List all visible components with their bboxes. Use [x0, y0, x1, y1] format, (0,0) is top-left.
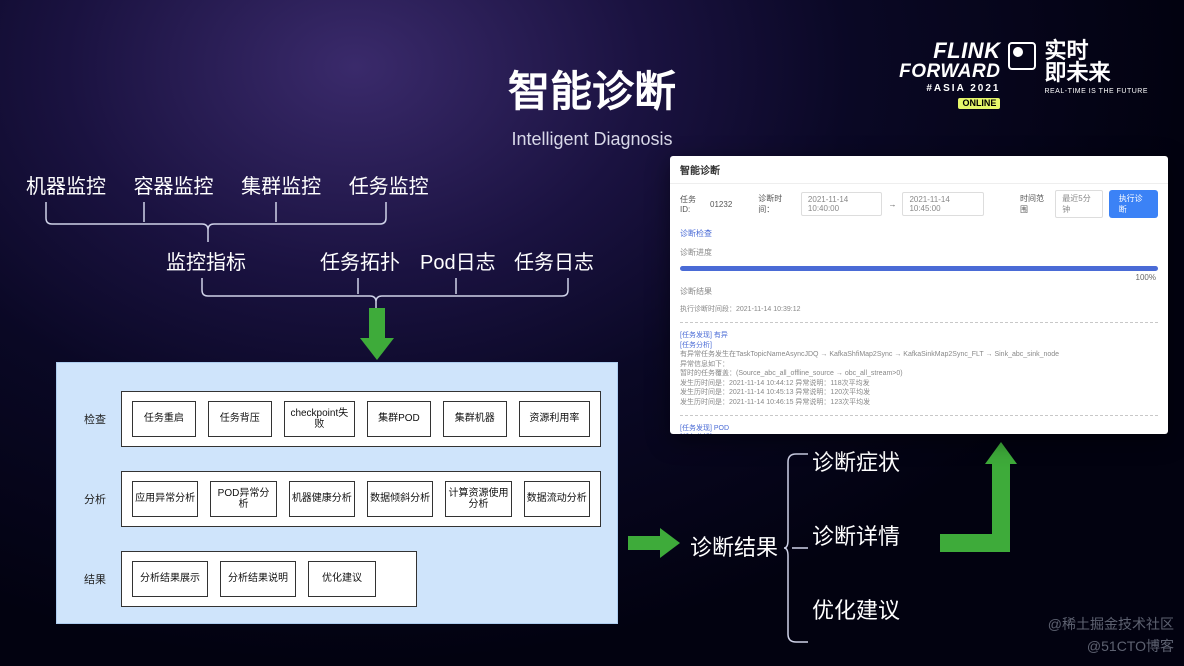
cell: 集群机器: [443, 401, 507, 437]
task-id-label: 任务ID:: [680, 194, 704, 214]
mid-metrics: 监控指标: [166, 246, 246, 275]
diagnosis-result-label: 诊断结果: [690, 530, 778, 562]
cell: 机器健康分析: [289, 481, 355, 517]
cell: 分析结果展示: [132, 561, 208, 597]
bracket-top: [26, 200, 406, 250]
top-categories: 机器监控 容器监控 集群监控 任务监控: [26, 170, 429, 199]
time-label: 诊断时间：: [758, 193, 795, 215]
cell: 计算资源使用分析: [445, 481, 511, 517]
cat-task: 任务监控: [349, 170, 429, 199]
arrow-down-icon: [360, 308, 394, 364]
cell: 分析结果说明: [220, 561, 296, 597]
shot-form-row: 任务ID: 01232 诊断时间： 2021-11-14 10:40:00 → …: [670, 184, 1168, 224]
right-bracket: [784, 448, 810, 648]
result-item-2: [任务发现] POD [任务分析] 没有发现异常POD [优化建议] 建议优化程…: [670, 420, 1168, 434]
label-symptom: 诊断症状: [812, 452, 900, 474]
section-result: 诊断结果: [670, 282, 1168, 301]
slide: { "title": {"cn": "智能诊断", "en": "Intelli…: [0, 0, 1184, 666]
pipeline-panel: 检查 任务重启 任务背压 checkpoint失败 集群POD 集群机器 资源利…: [56, 362, 618, 624]
right-labels: 诊断症状 诊断详情 优化建议: [812, 452, 900, 666]
time-from-input[interactable]: 2021-11-14 10:40:00: [801, 192, 883, 216]
row-label-analyze: 分析: [75, 491, 115, 507]
watermark-juejin: @稀土掘金技术社区: [1048, 614, 1174, 634]
screenshot-panel: 智能诊断 任务ID: 01232 诊断时间： 2021-11-14 10:40:…: [670, 156, 1168, 434]
mid-tasklog: 任务日志: [514, 246, 594, 275]
cell: checkpoint失败: [284, 401, 355, 437]
label-suggestion: 优化建议: [812, 600, 900, 622]
row-check: 任务重启 任务背压 checkpoint失败 集群POD 集群机器 资源利用率: [121, 391, 601, 447]
title-en: Intelligent Diagnosis: [0, 129, 1184, 150]
time-to-input[interactable]: 2021-11-14 10:45:00: [902, 192, 984, 216]
cell: 集群POD: [367, 401, 431, 437]
cat-cluster: 集群监控: [241, 170, 321, 199]
cell: 数据流动分析: [524, 481, 590, 517]
run-diagnosis-button[interactable]: 执行诊断: [1109, 190, 1158, 218]
cell: 任务背压: [208, 401, 272, 437]
shot-title: 智能诊断: [670, 156, 1168, 184]
row-label-check: 检查: [75, 411, 115, 427]
arrow-icon: →: [888, 200, 896, 209]
result-item-1: [任务发现] 有异 [任务分析] 有异常任务发生在TaskTopicNameAs…: [670, 327, 1168, 411]
result-time: 执行诊断时间段：2021-11-14 10:39:12: [670, 301, 1168, 318]
cell: 应用异常分析: [132, 481, 198, 517]
section-check: 诊断检查: [670, 224, 1168, 243]
cat-container: 容器监控: [134, 170, 214, 199]
cell: 数据倾斜分析: [367, 481, 433, 517]
label-detail: 诊断详情: [812, 526, 900, 548]
progress-bar: [680, 266, 1158, 271]
cat-machine: 机器监控: [26, 170, 106, 199]
progress-label: 诊断进度: [670, 243, 1168, 262]
cell: 优化建议: [308, 561, 376, 597]
mid-topology: 任务拓扑: [320, 246, 400, 275]
slide-title: 智能诊断 Intelligent Diagnosis: [0, 58, 1184, 150]
row-label-result: 结果: [75, 571, 115, 587]
row-analyze: 应用异常分析 POD异常分析 机器健康分析 数据倾斜分析 计算资源使用分析 数据…: [121, 471, 601, 527]
cell: 任务重启: [132, 401, 196, 437]
range-select[interactable]: 最近5分钟: [1055, 190, 1102, 218]
watermark-51cto: @51CTO博客: [1087, 636, 1174, 656]
title-cn: 智能诊断: [0, 58, 1184, 119]
progress-percent: 100%: [670, 273, 1168, 282]
row-result: 分析结果展示 分析结果说明 优化建议: [121, 551, 417, 607]
task-id-value: 01232: [710, 200, 732, 209]
mid-podlog: Pod日志: [420, 246, 496, 275]
cell: POD异常分析: [210, 481, 276, 517]
range-label: 时间范围: [1020, 193, 1049, 215]
cell: 资源利用率: [519, 401, 590, 437]
arrow-l-icon: [940, 446, 1020, 552]
